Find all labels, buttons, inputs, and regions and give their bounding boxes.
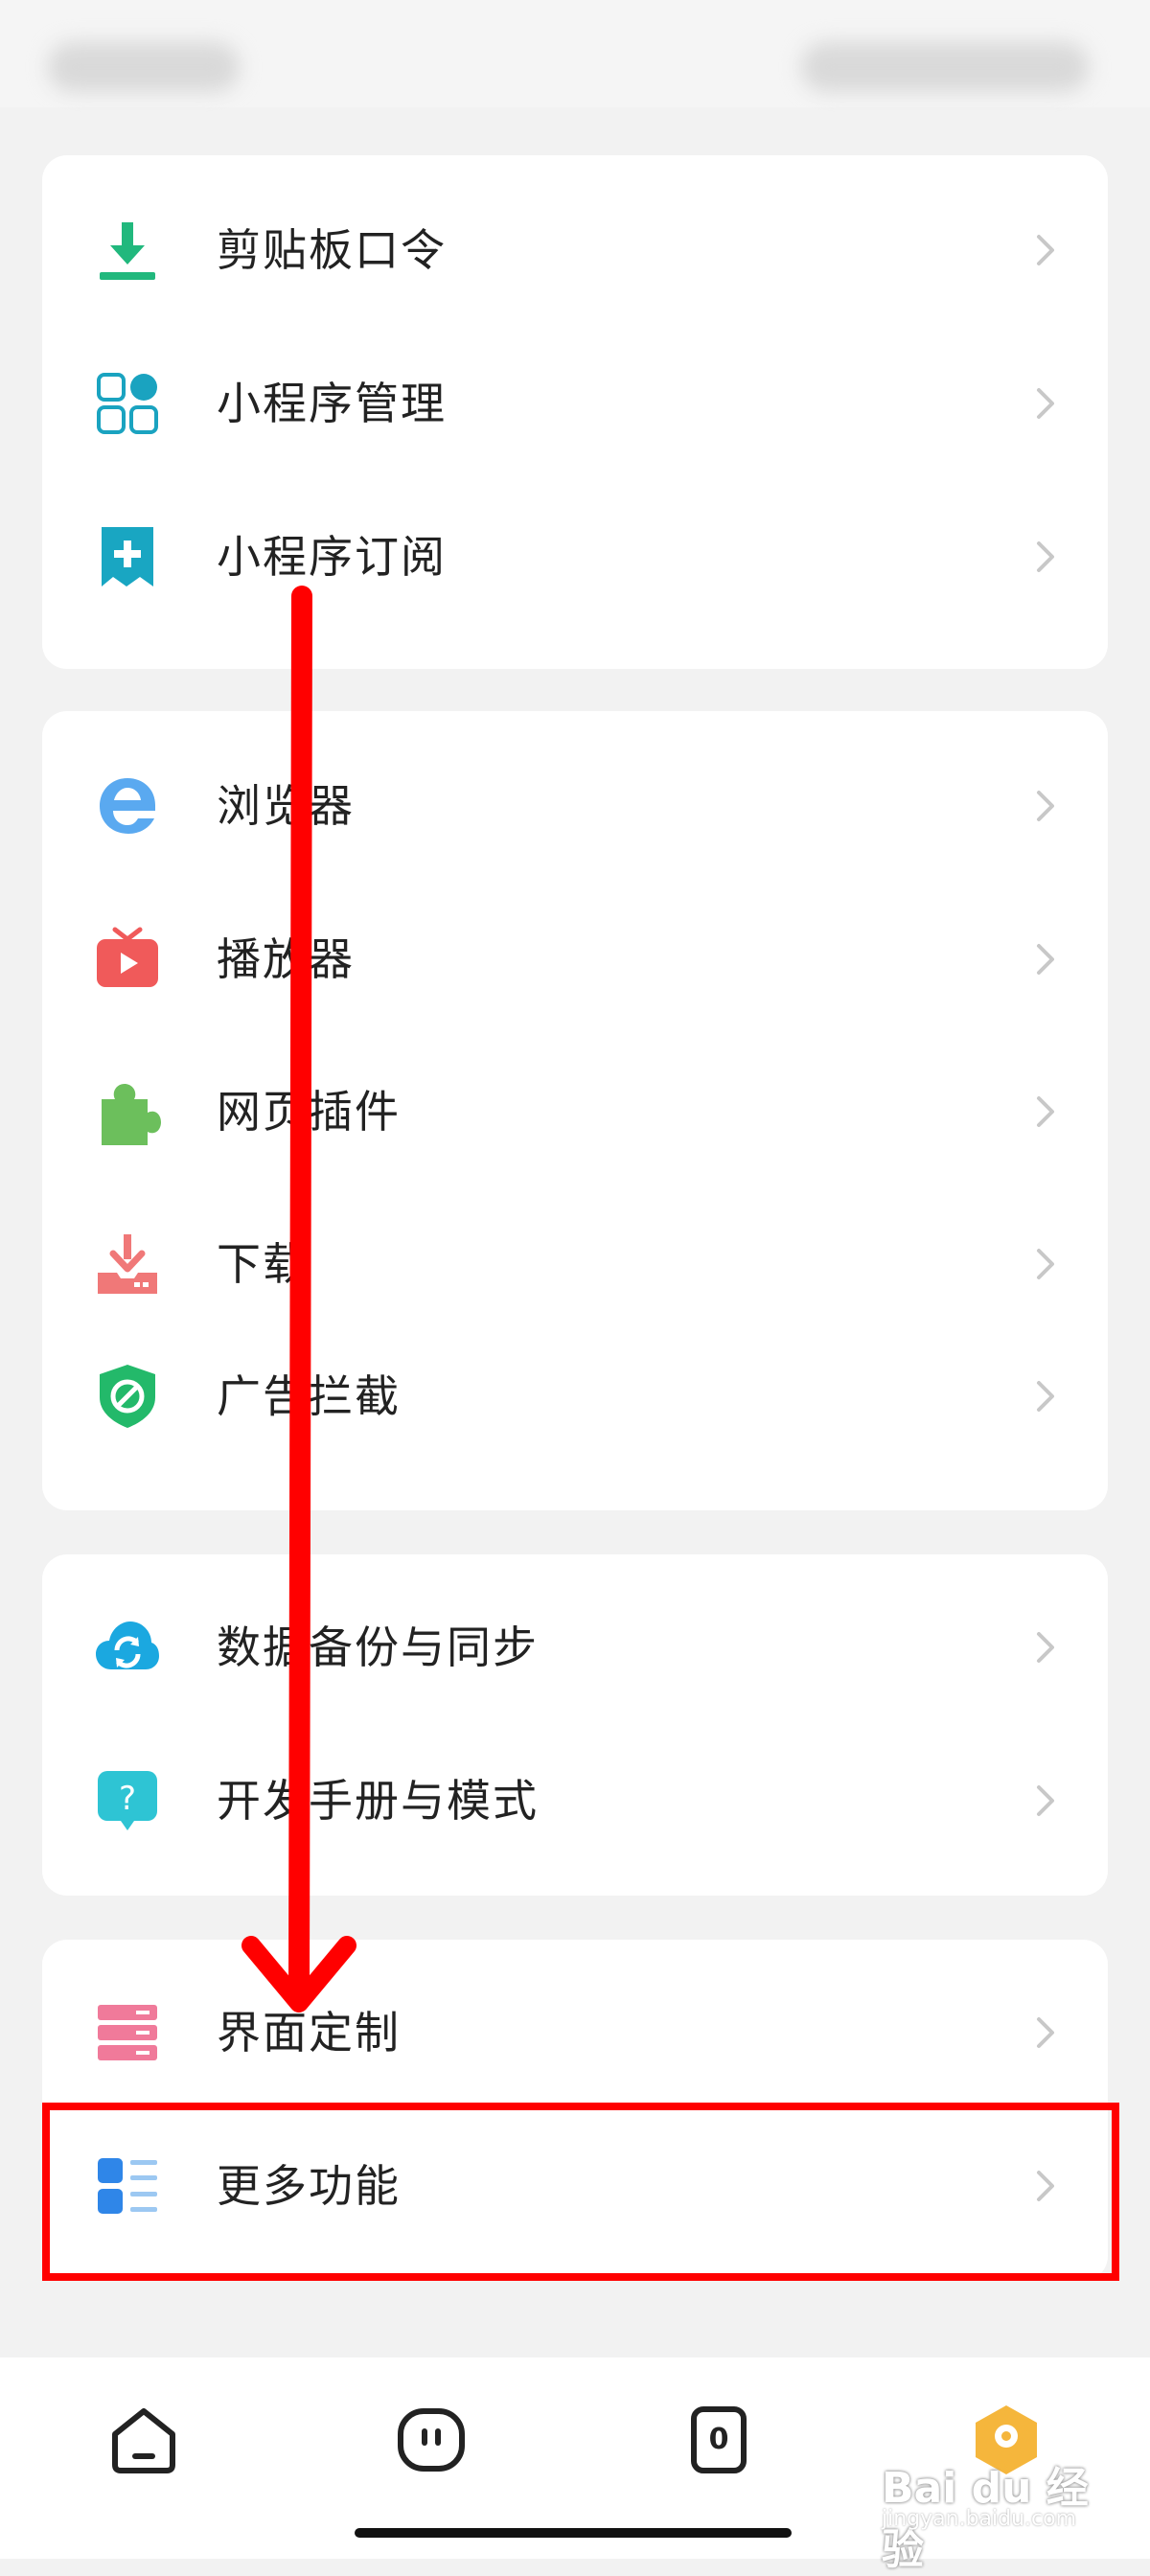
svg-text:?: ?	[119, 1780, 136, 1818]
menu-item-browser[interactable]: 浏览器	[42, 753, 1108, 859]
chevron-right-icon	[1025, 940, 1064, 978]
chevron-right-icon	[1025, 1782, 1064, 1820]
chevron-right-icon	[1025, 2013, 1064, 2052]
download-tray-icon	[94, 217, 161, 284]
chevron-right-icon	[1025, 787, 1064, 825]
tv-play-icon	[94, 926, 161, 993]
home-icon	[105, 2402, 182, 2478]
blurred-status-left	[48, 42, 240, 92]
help-bubble-icon: ?	[94, 1767, 161, 1834]
bookmark-plus-icon	[94, 523, 161, 590]
menu-item-label: 网页插件	[217, 1086, 401, 1138]
chevron-right-icon	[1025, 231, 1064, 269]
menu-item-label: 浏览器	[217, 780, 355, 832]
menu-item-download[interactable]: 下载	[42, 1211, 1108, 1317]
home-indicator	[355, 2528, 792, 2538]
menu-item-label: 小程序订阅	[217, 531, 447, 583]
menu-item-label: 下载	[217, 1238, 309, 1290]
highlight-box	[42, 2103, 1119, 2281]
top-bar	[0, 0, 1150, 107]
tab-face[interactable]	[393, 2402, 470, 2478]
menu-item-ui-customize[interactable]: 界面定制	[42, 1980, 1108, 2085]
chevron-right-icon	[1025, 538, 1064, 576]
edge-browser-icon	[94, 772, 161, 840]
menu-item-clipboard[interactable]: 剪贴板口令	[42, 197, 1108, 303]
window-count-icon: 0	[680, 2402, 757, 2478]
settings-group-browser: 浏览器 播放器 网页插件 下载 广告拦截	[42, 711, 1108, 1510]
chevron-right-icon	[1025, 1245, 1064, 1283]
shield-block-icon	[94, 1363, 161, 1430]
menu-item-label: 剪贴板口令	[217, 224, 447, 276]
menu-item-label: 播放器	[217, 933, 355, 985]
chevron-right-icon	[1025, 1377, 1064, 1415]
menu-item-web-plugin[interactable]: 网页插件	[42, 1059, 1108, 1164]
menu-item-player[interactable]: 播放器	[42, 907, 1108, 1012]
menu-item-backup-sync[interactable]: 数据备份与同步	[42, 1595, 1108, 1700]
tab-home[interactable]	[105, 2402, 182, 2478]
chevron-right-icon	[1025, 384, 1064, 423]
puzzle-icon	[94, 1078, 161, 1145]
server-list-icon	[94, 1999, 161, 2066]
settings-group-tools: 剪贴板口令 小程序管理 小程序订阅	[42, 155, 1108, 669]
menu-item-miniapp-manage[interactable]: 小程序管理	[42, 351, 1108, 456]
menu-item-label: 界面定制	[217, 2007, 401, 2058]
face-icon	[393, 2402, 470, 2478]
chevron-right-icon	[1025, 1092, 1064, 1131]
menu-item-label: 数据备份与同步	[217, 1622, 539, 1673]
chevron-right-icon	[1025, 1628, 1064, 1667]
download-box-icon	[94, 1230, 161, 1298]
menu-item-dev-manual[interactable]: ? 开发手册与模式	[42, 1748, 1108, 1853]
tab-windows[interactable]: 0	[680, 2402, 757, 2478]
blurred-status-right	[801, 42, 1089, 92]
watermark: Bai du 经验 jingyan.baidu.com	[882, 2453, 1112, 2574]
cloud-sync-icon	[94, 1614, 161, 1681]
menu-item-label: 广告拦截	[217, 1370, 401, 1422]
window-count-badge: 0	[708, 2423, 729, 2456]
settings-group-data: 数据备份与同步 ? 开发手册与模式	[42, 1554, 1108, 1896]
menu-item-miniapp-subscribe[interactable]: 小程序订阅	[42, 504, 1108, 610]
watermark-url: jingyan.baidu.com	[882, 2507, 1077, 2531]
menu-item-adblock[interactable]: 广告拦截	[42, 1344, 1108, 1449]
grid-apps-icon	[94, 370, 161, 437]
menu-item-label: 小程序管理	[217, 378, 447, 429]
menu-item-label: 开发手册与模式	[217, 1775, 539, 1827]
